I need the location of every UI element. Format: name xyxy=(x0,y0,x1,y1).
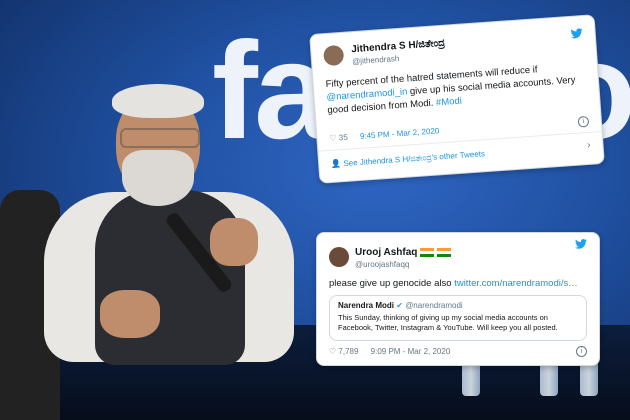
tweet-text: Fifty percent of the hatred statements w… xyxy=(325,64,576,117)
tweet-timestamp[interactable]: 9:09 PM - Mar 2, 2020 xyxy=(371,347,451,356)
hand xyxy=(210,218,258,266)
avatar[interactable] xyxy=(322,44,345,67)
beard xyxy=(122,150,194,206)
quoted-text: This Sunday, thinking of giving up my so… xyxy=(338,313,558,332)
india-flag-icon xyxy=(437,247,452,257)
quoted-author: Narendra Modi ✔ @narendramodi xyxy=(338,301,463,310)
tweet-card[interactable]: Urooj Ashfaq @uroojashfaqq please give u… xyxy=(316,232,600,366)
tweet-meta: ♡ 35 9:45 PM - Mar 2, 2020 xyxy=(329,126,440,143)
twitter-bird-icon[interactable] xyxy=(575,239,587,252)
heart-icon[interactable]: ♡ xyxy=(329,134,337,143)
author-name[interactable]: Jithendra S H/ಜಿತೇಂದ್ರ xyxy=(351,38,445,56)
quoted-tweet-link[interactable]: twitter.com/narendramodi/s… xyxy=(454,278,578,289)
twitter-bird-icon[interactable] xyxy=(570,28,583,42)
verified-badge-icon: ✔ xyxy=(396,301,403,310)
like-count[interactable]: 35 xyxy=(339,133,349,143)
hair xyxy=(112,84,204,118)
see-other-tweets-link[interactable]: 👤 See Jithendra S H/ಜಿತೇಂದ್ರ's other Twe… xyxy=(331,149,485,170)
info-icon[interactable]: i xyxy=(576,346,587,357)
heart-icon[interactable]: ♡ xyxy=(329,347,336,356)
author-name[interactable]: Urooj Ashfaq xyxy=(355,247,452,258)
tweet-card[interactable]: Jithendra S H/ಜಿತೇಂದ್ರ @jithendrash Fift… xyxy=(309,14,605,184)
quoted-tweet[interactable]: Narendra Modi ✔ @narendramodi This Sunda… xyxy=(329,295,587,341)
info-icon[interactable]: i xyxy=(577,115,590,128)
tweet-meta: ♡ 7,789 9:09 PM - Mar 2, 2020 xyxy=(329,347,450,356)
hand xyxy=(100,290,160,338)
author-handle[interactable]: @uroojashfaqq xyxy=(355,260,409,269)
india-flag-icon xyxy=(420,247,435,257)
hashtag-link[interactable]: #Modi xyxy=(436,96,463,109)
tweet-timestamp[interactable]: 9:45 PM - Mar 2, 2020 xyxy=(360,126,440,141)
speaker-figure xyxy=(0,0,330,420)
avatar[interactable] xyxy=(329,247,349,267)
tweet-text: please give up genocide also twitter.com… xyxy=(329,278,578,289)
like-count[interactable]: 7,789 xyxy=(338,347,358,356)
author-handle[interactable]: @jithendrash xyxy=(352,54,400,66)
chevron-right-icon[interactable]: › xyxy=(587,140,591,151)
glasses xyxy=(120,128,200,148)
profile-icon: 👤 xyxy=(330,159,344,169)
